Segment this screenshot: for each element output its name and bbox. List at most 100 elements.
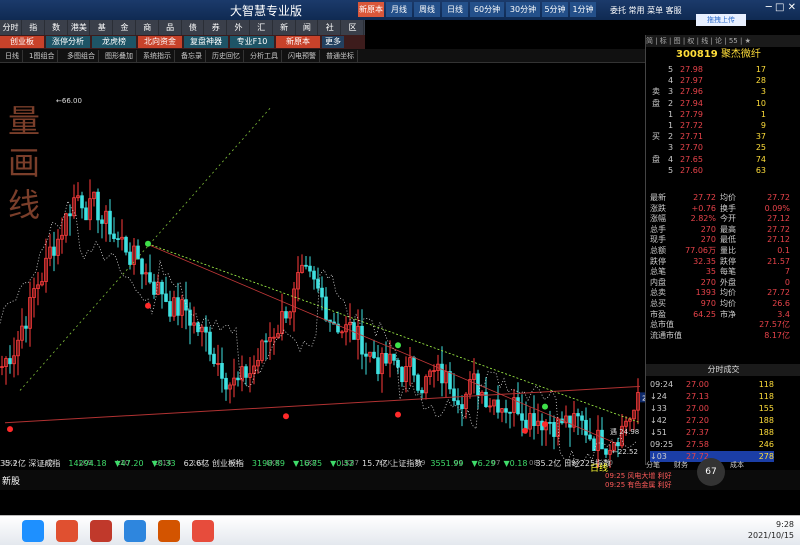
period-tab-5[interactable]: 30分钟: [506, 2, 540, 17]
taskbar-app-icon-1[interactable]: [56, 520, 78, 542]
candle-body: [96, 191, 100, 221]
menu-item-14[interactable]: 社: [319, 20, 342, 35]
menu-item-5[interactable]: 金: [114, 20, 136, 35]
menu-item-9[interactable]: 券: [205, 20, 228, 35]
tick-row-5: 09:25 27.58 246: [650, 440, 774, 449]
feature-tab-7[interactable]: 更多: [322, 36, 344, 48]
toolbar-item-9[interactable]: 普通坐标: [323, 50, 358, 62]
feature-tab-4[interactable]: 复盘神器: [184, 36, 228, 48]
ticker-item-11: ▼0.18: [503, 459, 528, 468]
watermark-char-2: 线: [8, 186, 41, 224]
quote-level-6: 买 2 27.71 37: [652, 132, 766, 142]
menu-item-15[interactable]: 区: [342, 20, 364, 35]
period-tab-1[interactable]: 月线: [386, 2, 412, 17]
taskbar-app-icon-2[interactable]: [90, 520, 112, 542]
candle-body: [384, 353, 388, 364]
candle-body: [152, 281, 156, 295]
period-tab-7[interactable]: 1分钟: [570, 2, 596, 17]
feature-tab-6[interactable]: 新原本: [276, 36, 320, 48]
toolbar-item-2[interactable]: 多图组合: [64, 50, 99, 62]
candle-body: [412, 357, 416, 376]
upload-button[interactable]: 拖拽上传: [696, 14, 746, 26]
candle-body: [68, 213, 72, 217]
taskbar-app-icon-0[interactable]: [22, 520, 44, 542]
candle-body: [484, 391, 488, 408]
speed-gauge: 67: [697, 458, 725, 486]
candle-body: [220, 363, 224, 379]
tick-row-3: ↓42 27.20 188: [650, 416, 774, 425]
app-title: 大智慧专业版: [230, 4, 303, 18]
clock-date: 2021/10/15: [747, 531, 794, 540]
quote-level-5: 1 27.72 9: [668, 121, 766, 130]
menu-item-6[interactable]: 商: [137, 20, 159, 35]
period-tab-2[interactable]: 周线: [414, 2, 440, 17]
quote-level-1: 4 27.97 28: [668, 76, 766, 86]
feature-tab-2[interactable]: 龙虎榜: [92, 36, 136, 48]
menu-item-8[interactable]: 债: [182, 20, 205, 35]
period-tab-4[interactable]: 60分钟: [470, 2, 504, 17]
signal-marker: [395, 411, 401, 418]
stat-row-11: 市盈 64.25 市净 3.4: [650, 309, 790, 319]
quote-level-9: 5 27.60 63: [668, 165, 766, 175]
menu-item-10[interactable]: 外: [228, 20, 250, 35]
maximize-icon[interactable]: □: [775, 2, 784, 13]
status-bar: 新股 67 09:25 风电大增 利好 09:25 有色金属 利好: [0, 458, 800, 490]
panel-tabs[interactable]: 简 | 标 | 图 | 权 | 线 | 论 | 55 | ★: [646, 35, 800, 47]
taskbar-app-icon-5[interactable]: [192, 520, 214, 542]
menu-item-4[interactable]: 基: [91, 20, 114, 35]
taskbar-app-icon-3[interactable]: [124, 520, 146, 542]
menu-item-7[interactable]: 品: [160, 20, 182, 35]
ticker-item-5: 3198.89: [251, 459, 286, 468]
news-item-2[interactable]: 09:25 有色金属 利好: [605, 480, 672, 490]
ticker-item-10: ▼6.29: [471, 459, 496, 468]
toolbar-item-5[interactable]: 备忘录: [178, 50, 206, 62]
candle-body: [548, 421, 552, 424]
window-controls[interactable]: ─ □ ✕: [766, 2, 796, 13]
feature-tab-3[interactable]: 北向资金: [138, 36, 182, 48]
stat-row-10: 总买 970 均价 26.6: [650, 299, 790, 308]
feature-tab-1[interactable]: 涨停分析: [46, 36, 90, 48]
ticks-header: 分时成交: [646, 364, 800, 376]
menu-item-13[interactable]: 闻: [296, 20, 319, 35]
menu-item-12[interactable]: 新: [274, 20, 296, 35]
toolbar-item-1[interactable]: 1图组合: [26, 50, 59, 62]
kline-chart[interactable]: ←66.00←22.52遇 24.98LK4 LK5 LK9 L10 LK14 2021 M…: [0, 63, 640, 468]
candle-body: [456, 400, 460, 405]
toolbar-item-3[interactable]: 图形叠加: [102, 50, 137, 62]
menu-item-1[interactable]: 指: [23, 20, 45, 35]
toolbar-item-7[interactable]: 分析工具: [247, 50, 282, 62]
new-stock-label[interactable]: 新股: [2, 474, 20, 487]
candle-body: [136, 245, 140, 260]
period-tab-6[interactable]: 5分钟: [542, 2, 568, 17]
toolbar-item-8[interactable]: 闪电预警: [285, 50, 320, 62]
candle-body: [604, 448, 608, 455]
toolbar-item-4[interactable]: 系统指示: [140, 50, 175, 62]
annotation-high: ←66.00: [56, 97, 82, 105]
ticker-item-7: ▼0.52: [330, 459, 355, 468]
candle-body: [588, 434, 592, 440]
candle-body: [364, 353, 368, 357]
period-tab-3[interactable]: 日线: [442, 2, 468, 17]
taskbar-app-icon-4[interactable]: [158, 520, 180, 542]
signal-marker: [145, 240, 151, 247]
period-tab-0[interactable]: 新原本: [358, 2, 384, 17]
annotation-mid: 遇 24.98: [610, 428, 639, 436]
candle-body: [400, 366, 404, 383]
close-icon[interactable]: ✕: [788, 2, 796, 13]
stat-row-1: 涨跌 +0.76 换手 0.09%: [650, 203, 790, 213]
toolbar-item-0[interactable]: 日线: [2, 50, 23, 62]
candle-body: [460, 404, 464, 410]
candle-body: [520, 413, 524, 421]
menu-item-11[interactable]: 汇: [251, 20, 273, 35]
feature-tab-0[interactable]: 创业板: [0, 36, 44, 48]
bottom-tab-3[interactable]: 成本: [730, 461, 744, 469]
menu-item-3[interactable]: 港美股: [68, 20, 91, 47]
candle-body: [188, 309, 192, 326]
minimize-icon[interactable]: ─: [766, 2, 772, 13]
feature-tab-5[interactable]: 专业F10: [230, 36, 274, 48]
market-menu: 分时创板指数港美股基金商品债券外汇新闻社区: [0, 20, 365, 47]
menu-item-0[interactable]: 分时创板: [0, 20, 22, 47]
chart-toolbar: 日线 1图组合 多图组合 图形叠加 系统指示 备忘录 历史回忆 分析工具 闪电预警 普通坐标: [0, 49, 645, 63]
toolbar-item-6[interactable]: 历史回忆: [209, 50, 244, 62]
menu-item-2[interactable]: 数: [46, 20, 68, 35]
